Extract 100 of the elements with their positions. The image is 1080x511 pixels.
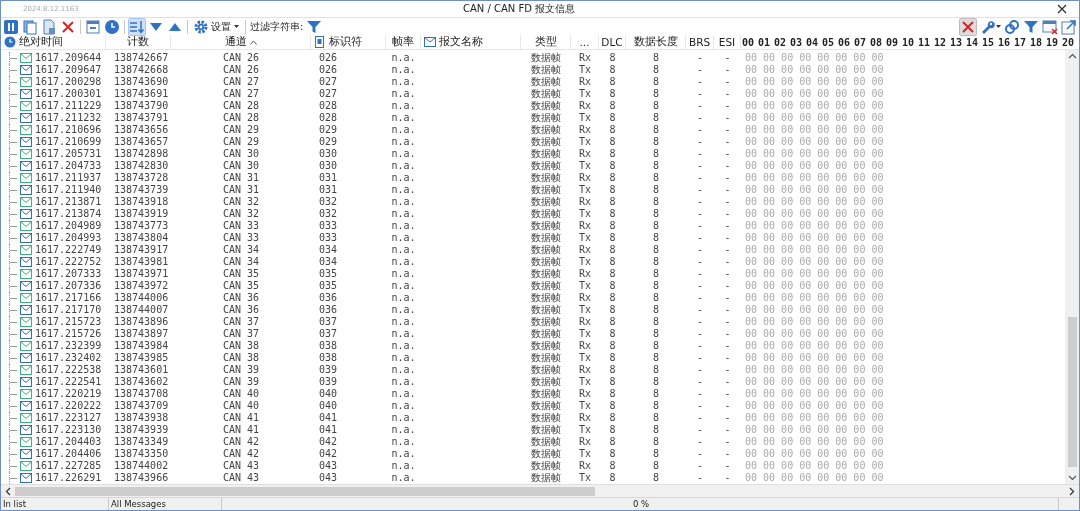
table-cell: 1617.222541 bbox=[35, 376, 102, 388]
table-cell-text: 138744002 bbox=[113, 460, 170, 472]
table-cell-text: 8 bbox=[608, 172, 617, 184]
table-cell-text: 138743601 bbox=[113, 364, 170, 376]
table-cell-text: 138743966 bbox=[113, 472, 170, 484]
table-cell-text: 数据帧 bbox=[530, 424, 562, 436]
table-cell-text: 8 bbox=[608, 196, 617, 208]
table-cell-text: 031 bbox=[318, 184, 339, 196]
table-cell-text: 8 bbox=[652, 256, 660, 268]
sort-icon[interactable] bbox=[129, 18, 145, 35]
scrollbar[interactable] bbox=[1, 484, 1079, 497]
scrollbar-thumb[interactable] bbox=[15, 486, 595, 496]
table-cell-text: CAN 41 bbox=[221, 424, 261, 436]
table-cell-text: Tx bbox=[577, 472, 592, 484]
table-cell-text: - bbox=[723, 400, 732, 412]
column-header[interactable]: 20 bbox=[1061, 35, 1077, 49]
column-header[interactable]: ... bbox=[571, 35, 599, 49]
column-header[interactable]: 帧率 bbox=[386, 35, 421, 49]
table-cell-text: 028 bbox=[318, 112, 339, 124]
table-cell-text: 数据帧 bbox=[530, 220, 562, 232]
caret-icon[interactable] bbox=[996, 25, 1001, 28]
column-header[interactable]: 00 bbox=[741, 35, 757, 49]
scrollbar[interactable] bbox=[1065, 50, 1079, 484]
table-cell-text: Rx bbox=[577, 436, 592, 448]
table-cell-text: 数据帧 bbox=[530, 232, 562, 244]
column-header[interactable]: 06 bbox=[837, 35, 853, 49]
table-cell-text: 138743896 bbox=[113, 316, 170, 328]
table-cell-text: 138743656 bbox=[113, 124, 170, 136]
scroll-down-icon[interactable] bbox=[1067, 475, 1077, 481]
pause-icon[interactable] bbox=[3, 18, 19, 35]
table-cell-text: 00 00 00 00 00 00 00 00 bbox=[744, 424, 885, 436]
scroll-right-icon[interactable] bbox=[1069, 486, 1075, 496]
column-header[interactable]: 绝对时间 bbox=[1, 35, 106, 49]
column-header[interactable]: 07 bbox=[853, 35, 869, 49]
table-cell-text: - bbox=[723, 172, 732, 184]
table-cell-text: - bbox=[696, 196, 704, 208]
export-icon[interactable] bbox=[1061, 18, 1077, 35]
table-cell-text: n.a. bbox=[390, 280, 417, 292]
table-cell-text: - bbox=[723, 460, 732, 472]
column-header[interactable]: BRS bbox=[686, 35, 714, 49]
column-header[interactable]: 02 bbox=[773, 35, 789, 49]
funnel-icon[interactable] bbox=[1023, 18, 1039, 35]
column-header[interactable]: 15 bbox=[981, 35, 997, 49]
column-header[interactable]: 09 bbox=[885, 35, 901, 49]
column-header[interactable]: 11 bbox=[917, 35, 933, 49]
column-header[interactable]: 03 bbox=[789, 35, 805, 49]
table-cell-text: 数据帧 bbox=[530, 436, 562, 448]
scroll-up-icon[interactable] bbox=[1067, 53, 1077, 59]
table-cell-text: 00 00 00 00 00 00 00 00 bbox=[744, 136, 885, 148]
column-header[interactable]: DLC bbox=[599, 35, 626, 49]
table-cell-text: n.a. bbox=[390, 424, 417, 436]
column-header[interactable]: 12 bbox=[933, 35, 949, 49]
column-header[interactable]: 类型 bbox=[521, 35, 571, 49]
table-cell-text: - bbox=[723, 412, 732, 424]
column-header[interactable]: 19 bbox=[1045, 35, 1061, 49]
column-header[interactable]: 13 bbox=[949, 35, 965, 49]
column-header[interactable]: 通道 bbox=[171, 35, 311, 49]
column-header[interactable]: 17 bbox=[1013, 35, 1029, 49]
column-header[interactable]: 14 bbox=[965, 35, 981, 49]
clock-icon[interactable] bbox=[104, 18, 120, 35]
table-cell-text: 00 00 00 00 00 00 00 00 bbox=[744, 460, 885, 472]
close-icon[interactable] bbox=[1057, 4, 1067, 14]
link-icon[interactable] bbox=[1004, 18, 1020, 35]
table-cell-text: CAN 26 bbox=[221, 52, 261, 64]
table-cell-text: n.a. bbox=[390, 328, 417, 340]
copy-icon[interactable] bbox=[22, 18, 38, 35]
table-cell-text: - bbox=[696, 352, 704, 364]
scrollbar-thumb[interactable] bbox=[1067, 317, 1077, 467]
table-cell-text: 8 bbox=[608, 472, 617, 484]
column-header[interactable]: 01 bbox=[757, 35, 773, 49]
column-header[interactable]: ESI bbox=[714, 35, 741, 49]
table-cell-text: 数据帧 bbox=[530, 364, 562, 376]
scroll-left-icon[interactable] bbox=[5, 486, 11, 496]
window-icon[interactable] bbox=[85, 18, 101, 35]
table-cell: 1617.211229 bbox=[35, 100, 102, 112]
column-header[interactable]: 16 bbox=[997, 35, 1013, 49]
table-cell-text: n.a. bbox=[390, 100, 417, 112]
column-header[interactable]: 数据长度 bbox=[626, 35, 686, 49]
window-close-icon[interactable] bbox=[1042, 18, 1058, 35]
document-icon[interactable] bbox=[41, 18, 57, 35]
column-header[interactable]: 标识符 bbox=[311, 35, 386, 49]
table-cell-text: 00 00 00 00 00 00 00 00 bbox=[744, 472, 885, 484]
table-cell-text: 8 bbox=[608, 460, 617, 472]
table-cell-text: CAN 32 bbox=[221, 208, 261, 220]
column-header[interactable]: 08 bbox=[869, 35, 885, 49]
table-cell-text: 8 bbox=[608, 160, 617, 172]
table-cell-text: n.a. bbox=[390, 352, 417, 364]
column-header[interactable]: 18 bbox=[1029, 35, 1045, 49]
column-header[interactable]: 10 bbox=[901, 35, 917, 49]
funnel-icon[interactable] bbox=[306, 18, 323, 35]
table-cell-text: 138744007 bbox=[113, 304, 170, 316]
column-header[interactable]: 报文名称 bbox=[421, 35, 521, 49]
column-header[interactable]: 计数 bbox=[106, 35, 171, 49]
settings-button[interactable]: 设置 bbox=[192, 19, 241, 34]
table-cell-text: n.a. bbox=[390, 172, 417, 184]
table-cell-text: 00 00 00 00 00 00 00 00 bbox=[744, 220, 885, 232]
table-cell-text: - bbox=[723, 136, 732, 148]
column-header[interactable]: 05 bbox=[821, 35, 837, 49]
table-cell-text: 8 bbox=[608, 52, 617, 64]
column-header[interactable]: 04 bbox=[805, 35, 821, 49]
